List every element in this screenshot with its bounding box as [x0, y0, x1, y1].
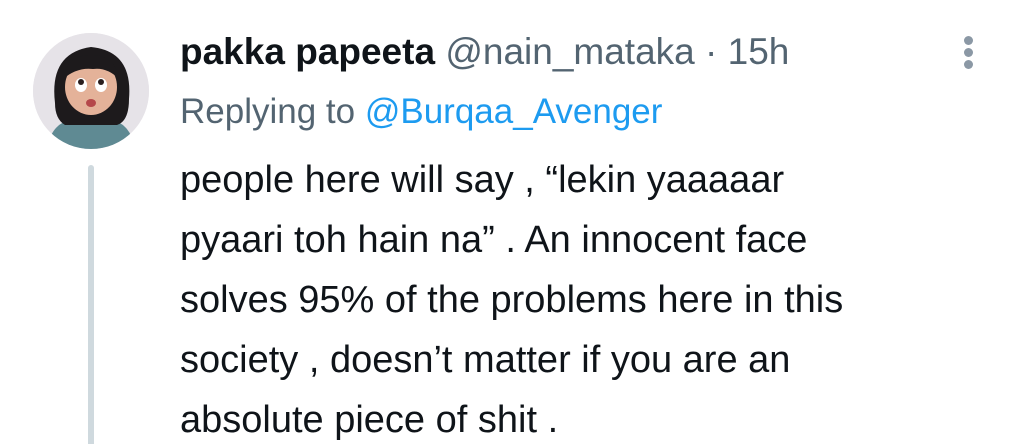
header-separator: ·	[705, 31, 718, 72]
tweet-text-line: absolute piece of shit .	[180, 399, 559, 441]
tweet-text-line: society , doesn’t matter if you are an	[180, 339, 791, 381]
reply-prefix: Replying to	[180, 92, 356, 131]
tweet-text-line: solves 95% of the problems here in this	[180, 279, 844, 321]
cartoon-girl-avatar-icon	[33, 33, 149, 149]
tweet-timestamp[interactable]: 15h	[728, 31, 790, 72]
reply-context: Replying to @Burqaa_Avenger	[180, 91, 662, 133]
thread-connector-line	[88, 165, 94, 444]
author-handle[interactable]: @nain_mataka	[445, 31, 694, 72]
reply-mention-link[interactable]: @Burqaa_Avenger	[365, 92, 663, 131]
tweet-text: people here will say , “lekin yaaaaar py…	[180, 150, 980, 444]
avatar[interactable]	[33, 33, 149, 149]
tweet-text-line: people here will say , “lekin yaaaaar	[180, 159, 785, 201]
tweet-text-line: pyaari toh hain na” . An innocent face	[180, 219, 808, 261]
tweet-card[interactable]: pakka papeeta @nain_mataka · 15h Replyin…	[0, 0, 1024, 444]
author-display-name[interactable]: pakka papeeta	[180, 31, 435, 72]
more-options-icon[interactable]	[958, 36, 978, 70]
tweet-header: pakka papeeta @nain_mataka · 15h	[180, 30, 789, 74]
